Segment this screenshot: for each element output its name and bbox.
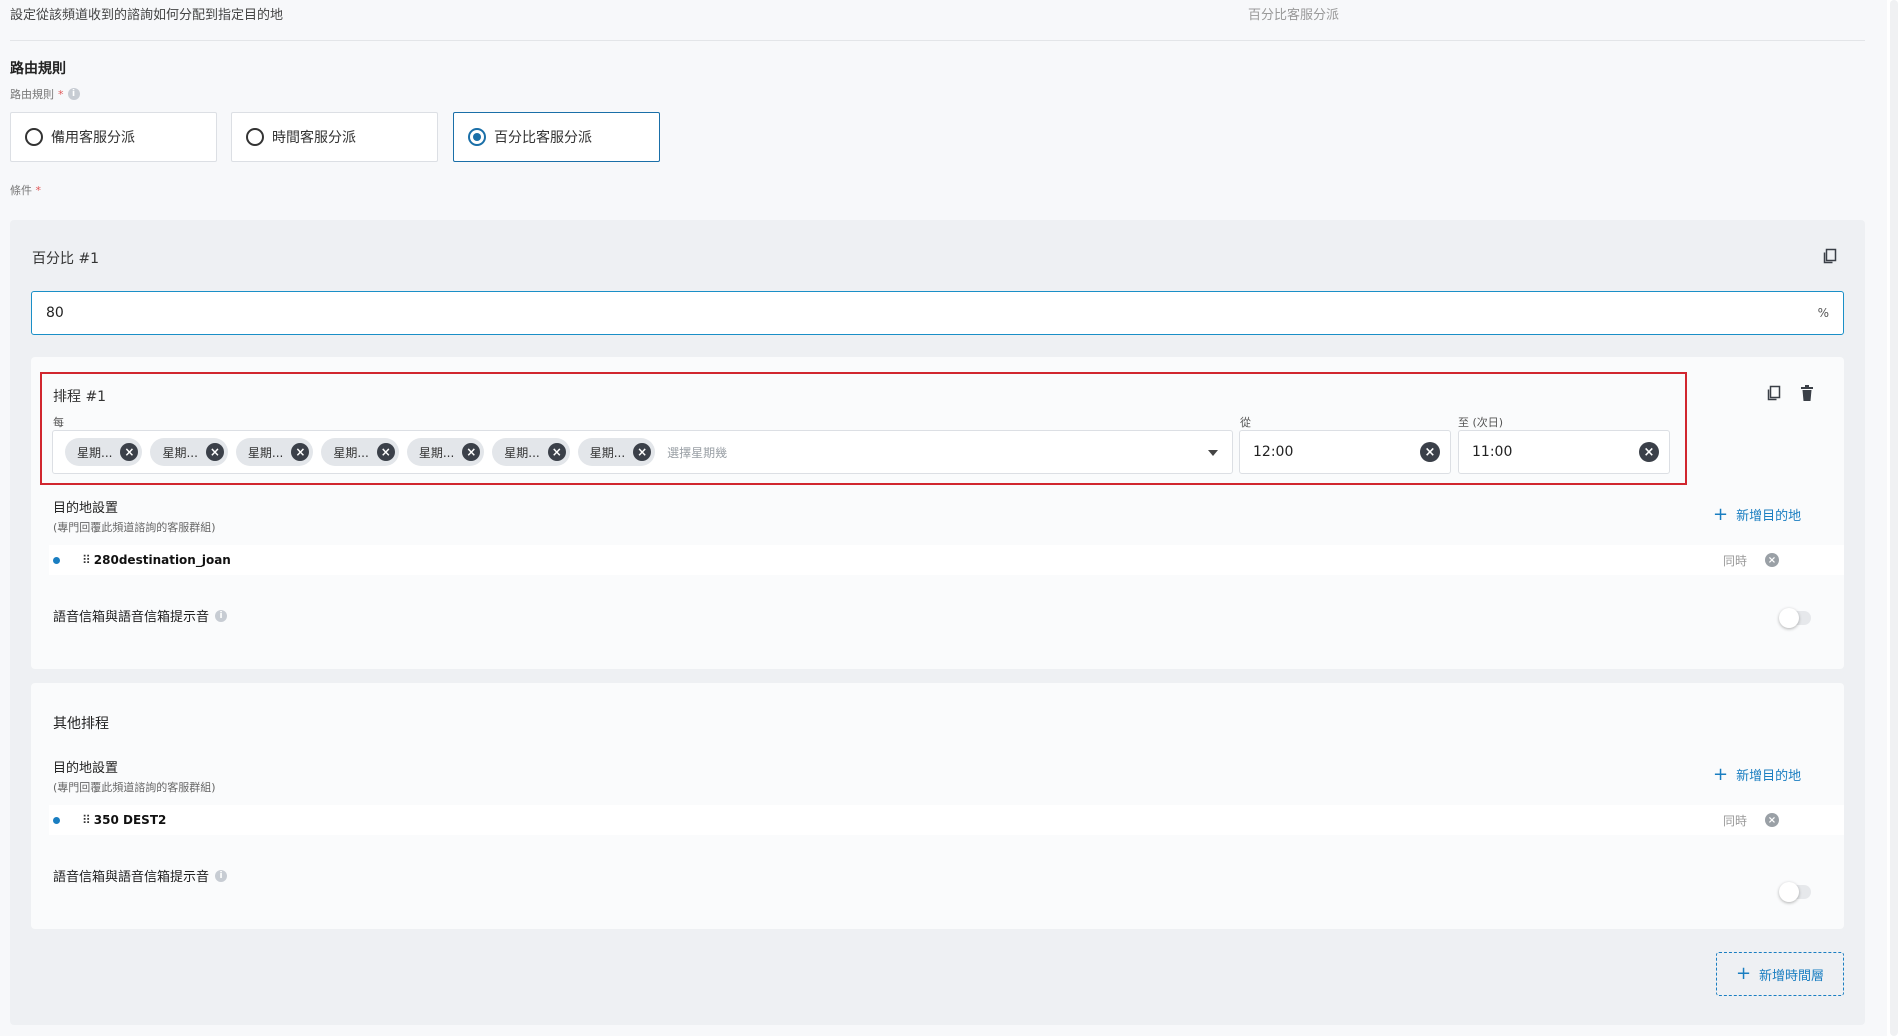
close-icon[interactable]: × [291, 443, 310, 461]
weekday-chip: 星期... × [321, 438, 399, 466]
info-icon[interactable]: i [215, 609, 228, 622]
info-icon[interactable]: i [67, 88, 80, 100]
weekday-placeholder: 選擇星期幾 [667, 445, 728, 460]
voicemail-label-text: 語音信箱與語音信箱提示音 [53, 870, 210, 885]
percentage-unit: % [1817, 306, 1829, 320]
routing-field-label-text: 路由規則 [10, 88, 54, 101]
routing-field-label: 路由規則 * i [10, 86, 80, 102]
weekday-select[interactable]: 星期... × 星期... × 星期... × 星期... × 星期... × 星期...… [52, 430, 1233, 474]
plus-icon: + [1713, 763, 1729, 785]
from-time-value: 12:00 [1253, 444, 1294, 460]
destination-row[interactable]: ⠿ 350 DEST2 同時 × [49, 805, 1844, 835]
chip-label: 星期... [333, 445, 369, 460]
required-mark: * [35, 184, 42, 197]
condition-label: 條件 * [10, 182, 41, 198]
destination-mode: 同時 [1723, 813, 1748, 828]
chip-label: 星期... [589, 445, 626, 460]
weekday-chip: 星期... × [235, 438, 314, 466]
chip-label: 星期... [162, 445, 198, 460]
drag-handle-icon[interactable]: ⠿ [82, 813, 91, 827]
destination-title: 目的地設置 [53, 761, 119, 776]
current-rule-summary: 百分比客服分派 [1248, 8, 1340, 23]
page-description: 設定從該頻道收到的諮詢如何分配到指定目的地 [10, 8, 284, 23]
voicemail-toggle[interactable] [1779, 882, 1811, 902]
plus-icon: + [1713, 503, 1729, 525]
destination-mode: 同時 [1723, 553, 1748, 568]
radio-backup-assignment[interactable]: 備用客服分派 [10, 112, 217, 162]
chip-label: 星期... [418, 445, 455, 460]
clear-icon[interactable]: × [1639, 442, 1659, 462]
radio-label: 百分比客服分派 [494, 130, 592, 146]
from-time-input[interactable]: 12:00 × [1239, 430, 1451, 474]
radio-circle-icon [25, 128, 43, 146]
weekday-chip: 星期... × [406, 438, 485, 466]
required-mark: * [58, 87, 64, 101]
plus-icon: + [1735, 963, 1752, 984]
bullet-icon [53, 556, 60, 564]
routing-section-title: 路由規則 [10, 61, 66, 77]
drag-handle-icon[interactable]: ⠿ [82, 553, 91, 567]
close-icon[interactable]: × [633, 443, 652, 461]
to-time-value: 11:00 [1472, 444, 1513, 460]
voicemail-toggle[interactable] [1779, 608, 1811, 628]
weekday-chip: 星期... × [65, 438, 143, 466]
copy-icon[interactable] [1766, 385, 1782, 405]
radio-percentage-assignment[interactable]: 百分比客服分派 [453, 112, 660, 162]
clear-icon[interactable]: × [1420, 442, 1440, 462]
weekday-chip: 星期... × [150, 438, 228, 466]
destination-name: 280destination_joan [93, 553, 231, 567]
other-schedule-title: 其他排程 [53, 716, 109, 732]
radio-selected-icon [468, 128, 486, 146]
bullet-icon [53, 816, 60, 824]
radio-time-assignment[interactable]: 時間客服分派 [231, 112, 438, 162]
every-label: 每 [53, 416, 64, 429]
weekday-chip: 星期... × [492, 438, 570, 466]
destination-title: 目的地設置 [53, 501, 119, 516]
close-icon[interactable]: × [547, 443, 566, 461]
add-destination-button[interactable]: + 新增目的地 [1713, 765, 1801, 784]
voicemail-label: 語音信箱與語音信箱提示音 i [53, 606, 228, 625]
voicemail-label-text: 語音信箱與語音信箱提示音 [53, 610, 210, 625]
divider [10, 40, 1865, 41]
radio-label: 時間客服分派 [272, 130, 356, 146]
to-label: 至 (次日) [1458, 416, 1504, 429]
add-time-layer-button[interactable]: + 新增時間層 [1716, 952, 1844, 996]
scrollbar-thumb[interactable] [1890, 0, 1898, 1036]
radio-label: 備用客服分派 [51, 130, 135, 146]
weekday-chip: 星期... × [577, 438, 656, 466]
close-icon[interactable]: × [120, 443, 139, 461]
condition-label-text: 條件 [10, 184, 32, 197]
info-icon[interactable]: i [215, 869, 228, 882]
remove-icon[interactable]: × [1765, 813, 1779, 827]
chip-label: 星期... [77, 445, 113, 460]
close-icon[interactable]: × [462, 443, 481, 461]
destination-name: 350 DEST2 [93, 813, 167, 827]
percentage-value: 80 [46, 305, 64, 321]
close-icon[interactable]: × [205, 443, 224, 461]
radio-circle-icon [246, 128, 264, 146]
voicemail-label: 語音信箱與語音信箱提示音 i [53, 866, 228, 885]
destination-subtitle: (專門回覆此頻道諮詢的客服群組) [53, 781, 216, 794]
add-destination-label: 新增目的地 [1736, 769, 1802, 784]
trash-icon[interactable] [1800, 385, 1814, 405]
add-destination-label: 新增目的地 [1736, 509, 1802, 524]
from-label: 從 [1240, 416, 1251, 429]
chip-label: 星期... [504, 445, 540, 460]
add-destination-button[interactable]: + 新增目的地 [1713, 505, 1801, 524]
close-icon[interactable]: × [376, 443, 395, 461]
chip-label: 星期... [247, 445, 284, 460]
percentage-title: 百分比 #1 [32, 251, 100, 267]
destination-subtitle: (專門回覆此頻道諮詢的客服群組) [53, 521, 216, 534]
copy-icon[interactable] [1822, 248, 1838, 268]
schedule-title: 排程 #1 [53, 389, 107, 405]
destination-row[interactable]: ⠿ 280destination_joan 同時 × [49, 545, 1844, 575]
percentage-input[interactable]: 80 % [31, 291, 1844, 335]
remove-icon[interactable]: × [1765, 553, 1779, 567]
chevron-down-icon[interactable] [1208, 450, 1218, 456]
to-time-input[interactable]: 11:00 × [1458, 430, 1670, 474]
add-time-layer-label: 新增時間層 [1759, 968, 1825, 984]
